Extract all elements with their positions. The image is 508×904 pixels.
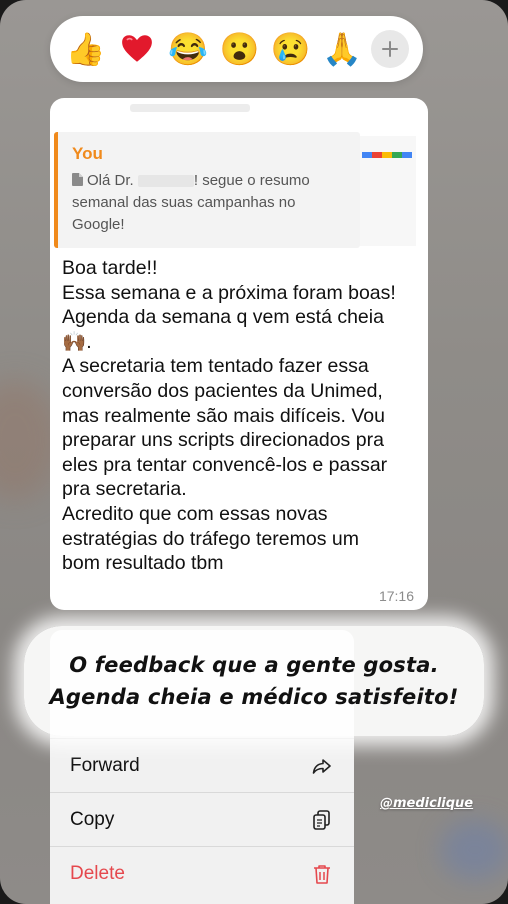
copy-icon — [313, 809, 330, 830]
quote-text-start: Olá Dr. — [87, 172, 138, 189]
quote-thumbnail — [360, 136, 416, 246]
trash-icon — [314, 864, 330, 884]
caption-line-2: Agenda cheia e médico satisfeito! — [49, 685, 459, 709]
redacted-name — [137, 175, 194, 188]
menu-item-label: Delete — [70, 862, 125, 884]
praying-hands-reaction[interactable]: 🙏 — [320, 27, 364, 71]
laughing-reaction[interactable]: 😂 — [166, 27, 210, 71]
menu-item-forward[interactable]: Forward — [50, 738, 354, 792]
story-caption: O feedback que a gente gosta. Agenda che… — [24, 626, 484, 736]
message-timestamp: 17:16 — [378, 588, 414, 604]
account-handle[interactable]: @mediclique — [374, 794, 479, 813]
reaction-bar: 👍 😂 😮 😢 🙏 — [50, 16, 423, 82]
phone-screen: 👍 😂 😮 😢 🙏 You Olá Dr. ! segue o resumo s… — [0, 0, 508, 904]
menu-item-label: Forward — [70, 754, 140, 776]
menu-item-copy[interactable]: Copy — [50, 792, 354, 846]
blurred-header-line — [130, 104, 250, 112]
plus-icon[interactable] — [371, 30, 410, 68]
heart-icon — [122, 35, 152, 62]
menu-item-delete[interactable]: Delete — [50, 846, 354, 900]
surprised-reaction[interactable]: 😮 — [217, 27, 261, 71]
quoted-message[interactable]: You Olá Dr. ! segue o resumo semanal das… — [54, 132, 360, 248]
thumbs-up-reaction[interactable]: 👍 — [64, 27, 108, 71]
quote-text: Olá Dr. ! segue o resumo semanal das sua… — [72, 170, 346, 236]
menu-item-label: Copy — [70, 808, 115, 830]
crying-reaction[interactable]: 😢 — [269, 27, 313, 71]
forward-icon — [312, 758, 331, 774]
message-bubble[interactable]: You Olá Dr. ! segue o resumo semanal das… — [50, 98, 428, 610]
document-icon — [72, 173, 83, 186]
quote-author: You — [72, 144, 103, 163]
heart-reaction[interactable] — [115, 27, 159, 71]
background-blur — [440, 820, 508, 880]
message-text: Boa tarde!! Essa semana e a próxima fora… — [62, 257, 396, 575]
caption-line-1: O feedback que a gente gosta. — [69, 653, 439, 677]
